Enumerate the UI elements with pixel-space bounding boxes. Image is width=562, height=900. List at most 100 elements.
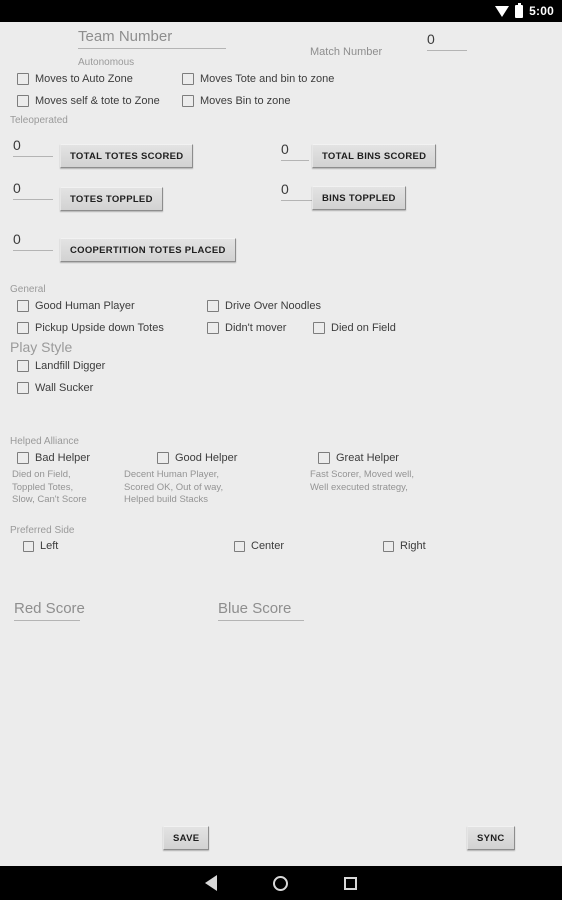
section-helped-alliance: Helped Alliance [10,436,79,447]
checkbox-landfill-digger[interactable]: Landfill Digger [17,360,105,372]
wifi-icon [495,5,510,17]
bins-toppled-button[interactable]: BINS TOPPLED [312,186,406,210]
checkbox-label: Didn't mover [225,322,287,334]
bins-toppled-field[interactable]: 0 [281,180,314,201]
total-bins-scored-underline [281,160,309,161]
status-bar: 5:00 [0,0,562,22]
coopertition-totes-placed-value: 0 [13,231,21,247]
checkbox-moves-self-and-tote-to-zone[interactable]: Moves self & tote to Zone [17,95,160,107]
team-number-field[interactable]: Team Number [78,28,226,49]
checkbox-icon[interactable] [157,452,169,464]
battery-icon [515,2,524,18]
checkbox-label: Center [251,540,285,552]
checkbox-label: Drive Over Noodles [225,300,321,312]
blue-score-placeholder: Blue Score [218,600,292,617]
bins-toppled-value: 0 [281,181,289,197]
checkbox-moves-bin-to-zone[interactable]: Moves Bin to zone [182,95,291,107]
totes-toppled-field[interactable]: 0 [13,179,53,200]
checkbox-icon[interactable] [207,322,219,334]
checkbox-label: Moves Bin to zone [200,95,291,107]
checkbox-icon[interactable] [17,322,29,334]
checkbox-label: Wall Sucker [35,382,94,394]
match-number-field[interactable]: 0 [427,30,467,51]
checkbox-side-center[interactable]: Center [234,540,284,552]
checkbox-label: Moves Tote and bin to zone [200,73,335,85]
checkbox-icon[interactable] [17,95,29,107]
match-number-label: Match Number [310,46,383,58]
checkbox-moves-tote-and-bin-to-zone[interactable]: Moves Tote and bin to zone [182,73,334,85]
checkbox-good-helper[interactable]: Good Helper [157,452,237,464]
recents-icon[interactable] [344,876,357,890]
section-autonomous: Autonomous [78,57,135,68]
checkbox-label: Moves self & tote to Zone [35,95,160,107]
checkbox-icon[interactable] [318,452,330,464]
checkbox-icon[interactable] [182,73,194,85]
coopertition-totes-placed-underline [13,250,53,251]
checkbox-icon[interactable] [17,382,29,394]
bins-toppled-underline [281,200,314,201]
checkbox-icon[interactable] [313,322,325,334]
totes-toppled-button[interactable]: TOTES TOPPLED [60,187,163,211]
checkbox-side-right[interactable]: Right [383,540,426,552]
match-number-value: 0 [427,31,435,47]
checkbox-label: Moves to Auto Zone [35,73,133,85]
checkbox-drive-over-noodles[interactable]: Drive Over Noodles [207,300,321,312]
good-helper-description: Decent Human Player, Scored OK, Out of w… [124,469,224,505]
checkbox-icon[interactable] [17,452,29,464]
save-button[interactable]: SAVE [163,826,210,850]
match-number-underline [427,50,467,51]
checkbox-label: Pickup Upside down Totes [35,322,164,334]
total-totes-scored-field[interactable]: 0 [13,136,53,157]
checkbox-icon[interactable] [383,540,394,552]
scouting-form: Team Number Match Number 0 Autonomous Mo… [0,22,562,878]
coopertition-totes-placed-button[interactable]: COOPERTITION TOTES PLACED [60,238,236,262]
checkbox-moves-to-auto-zone[interactable]: Moves to Auto Zone [17,73,133,85]
checkbox-wall-sucker[interactable]: Wall Sucker [17,382,93,394]
checkbox-side-left[interactable]: Left [23,540,58,552]
checkbox-label: Great Helper [336,452,399,464]
android-nav-bar [0,866,562,900]
checkbox-icon[interactable] [23,540,34,552]
home-icon[interactable] [273,875,288,891]
checkbox-label: Good Helper [175,452,238,464]
team-number-placeholder: Team Number [78,28,173,45]
checkbox-pickup-upside-down-totes[interactable]: Pickup Upside down Totes [17,322,164,334]
checkbox-died-on-field[interactable]: Died on Field [313,322,396,334]
checkbox-good-human-player[interactable]: Good Human Player [17,300,135,312]
totes-toppled-value: 0 [13,180,21,196]
checkbox-icon[interactable] [17,360,29,372]
checkbox-icon[interactable] [17,73,29,85]
red-score-underline [14,620,80,621]
coopertition-totes-placed-field[interactable]: 0 [13,230,53,251]
checkbox-bad-helper[interactable]: Bad Helper [17,452,90,464]
android-screen: 5:00 Team Number Match Number 0 Autonomo… [0,0,562,900]
bad-helper-description: Died on Field, Toppled Totes, Slow, Can'… [12,469,87,505]
section-preferred-side: Preferred Side [10,525,75,536]
checkbox-label: Died on Field [331,322,396,334]
checkbox-didnt-mover[interactable]: Didn't mover [207,322,286,334]
checkbox-icon[interactable] [182,95,194,107]
blue-score-field[interactable]: Blue Score [218,600,304,621]
checkbox-icon[interactable] [207,300,219,312]
red-score-field[interactable]: Red Score [14,600,85,621]
team-number-underline [78,48,226,49]
checkbox-label: Landfill Digger [35,360,106,372]
sync-button[interactable]: SYNC [467,826,515,850]
status-bar-clock: 5:00 [529,4,554,18]
total-totes-scored-underline [13,156,53,157]
checkbox-label: Left [40,540,59,552]
total-bins-scored-button[interactable]: TOTAL BINS SCORED [312,144,437,168]
totes-toppled-underline [13,199,53,200]
checkbox-icon[interactable] [17,300,29,312]
checkbox-icon[interactable] [234,540,245,552]
checkbox-label: Right [400,540,426,552]
total-totes-scored-button[interactable]: TOTAL TOTES SCORED [60,144,194,168]
great-helper-description: Fast Scorer, Moved well, Well executed s… [310,469,415,493]
checkbox-great-helper[interactable]: Great Helper [318,452,399,464]
blue-score-underline [218,620,304,621]
checkbox-label: Good Human Player [35,300,135,312]
total-bins-scored-field[interactable]: 0 [281,140,309,161]
back-icon[interactable] [205,875,217,891]
checkbox-label: Bad Helper [35,452,91,464]
total-bins-scored-value: 0 [281,141,289,157]
